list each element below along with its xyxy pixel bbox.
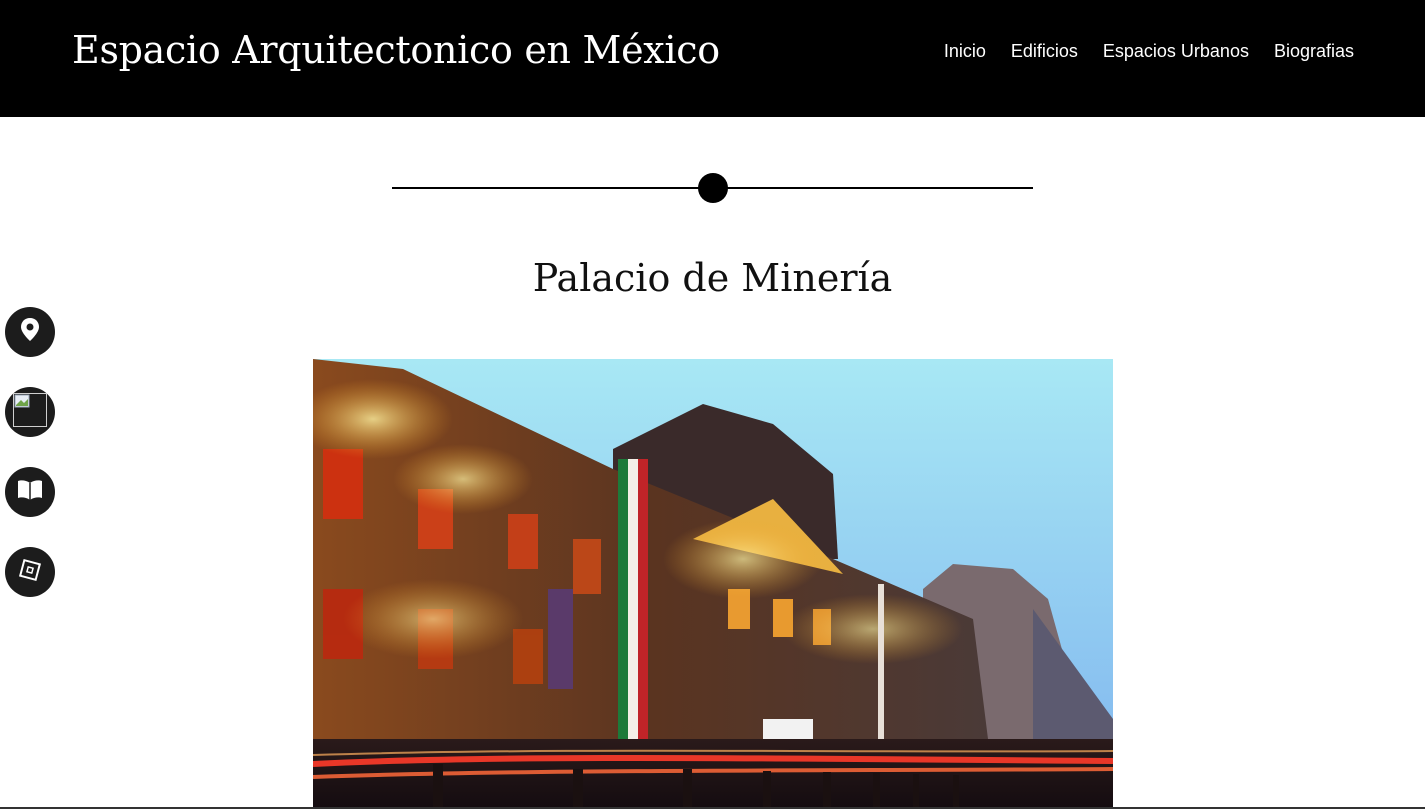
nav-link-espacios-urbanos[interactable]: Espacios Urbanos (1103, 41, 1249, 62)
site-title[interactable]: Espacio Arquitectonico en México (72, 28, 720, 72)
palacio-de-mineria-photo (313, 359, 1113, 809)
cube-button[interactable] (5, 547, 55, 597)
map-pin-icon (19, 317, 41, 348)
site-header: Espacio Arquitectonico en México Inicio … (0, 0, 1425, 117)
nav-link-inicio[interactable]: Inicio (944, 41, 986, 62)
page-title: Palacio de Minería (532, 256, 893, 300)
nav-link-edificios[interactable]: Edificios (1011, 41, 1078, 62)
book-button[interactable] (5, 467, 55, 517)
broken-image-icon (13, 392, 47, 432)
divider-dot (698, 173, 728, 203)
nav-link-biografias[interactable]: Biografias (1274, 41, 1354, 62)
main-nav: Inicio Edificios Espacios Urbanos Biogra… (944, 41, 1354, 62)
section-divider (392, 172, 1033, 204)
location-button[interactable] (5, 307, 55, 357)
cube-icon (18, 558, 42, 587)
hero-image (313, 359, 1113, 809)
image-button[interactable] (5, 387, 55, 437)
book-icon (17, 479, 43, 506)
